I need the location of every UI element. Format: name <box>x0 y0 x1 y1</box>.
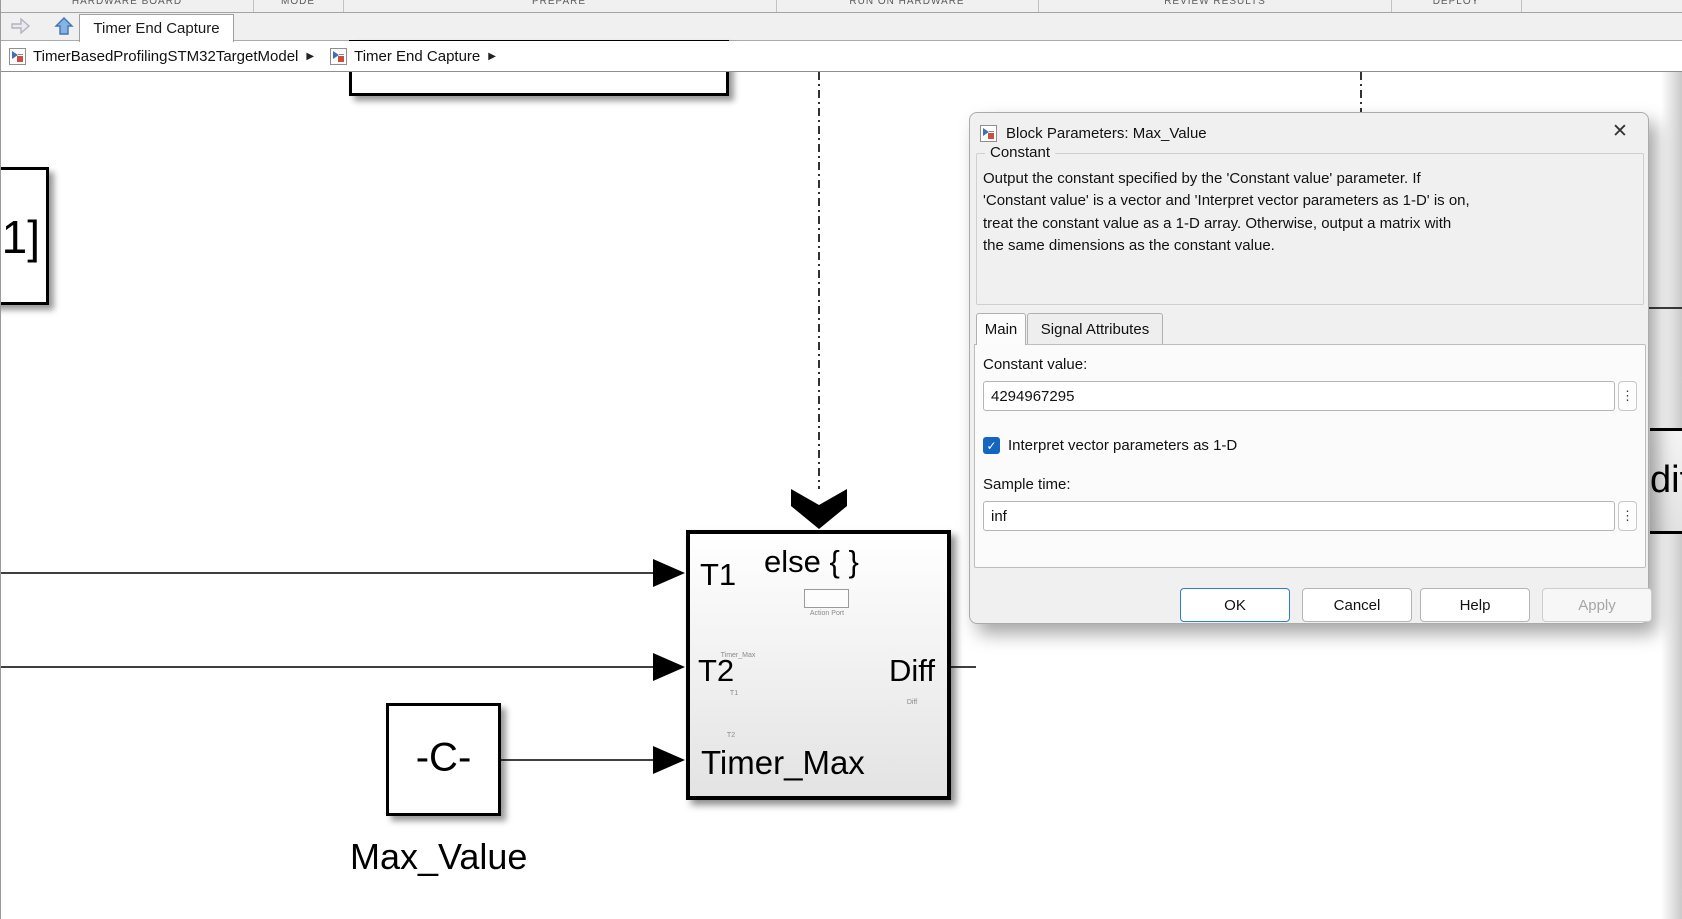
breadcrumb-item-model[interactable]: TimerBasedProfilingSTM32TargetModel <box>33 48 298 65</box>
breadcrumb-arrow-icon[interactable]: ▶ <box>488 51 496 62</box>
main-tab-panel: Constant value: ⋮ ✓ Interpret vector par… <box>974 344 1646 568</box>
description-line: 'Constant value' is a vector and 'Interp… <box>983 190 1637 212</box>
wire-to-T2 <box>1 653 685 681</box>
dialog-title-bar: Block Parameters: Max_Value <box>980 120 1638 146</box>
help-button[interactable]: Help <box>1420 588 1530 622</box>
action-port-box <box>804 589 849 608</box>
wire-to-T1 <box>1 559 685 587</box>
sample-time-input[interactable] <box>983 501 1615 531</box>
forward-arrow-icon[interactable] <box>9 16 31 36</box>
ribbon-separator <box>253 0 254 13</box>
breadcrumb-item-subsystem[interactable]: Timer End Capture <box>354 48 480 65</box>
action-signal-line <box>791 72 847 529</box>
port-label-diff: Diff <box>889 653 935 689</box>
ribbon-section-mode: MODE <box>281 0 315 7</box>
constant-block-text: -C- <box>416 735 472 780</box>
constant-group-box: Constant Output the constant specified b… <box>976 153 1644 305</box>
model-icon <box>9 48 26 65</box>
partial-block-right[interactable]: dit <box>1650 428 1682 534</box>
ribbon-separator <box>776 0 777 13</box>
interpret-vector-row: ✓ Interpret vector parameters as 1-D <box>983 437 1237 454</box>
description-line: the same dimensions as the constant valu… <box>983 235 1637 257</box>
ribbon-section-hardware-board: HARDWARE BOARD <box>72 0 182 7</box>
interpret-vector-label: Interpret vector parameters as 1-D <box>1008 437 1237 454</box>
constant-value-label: Constant value: <box>983 356 1087 373</box>
interpret-vector-checkbox[interactable]: ✓ <box>983 437 1000 454</box>
ribbon-section-strip: HARDWARE BOARD MODE PREPARE RUN ON HARDW… <box>1 0 1682 13</box>
tab-signal-attributes[interactable]: Signal Attributes <box>1027 313 1163 345</box>
sample-time-more-button[interactable]: ⋮ <box>1618 501 1637 531</box>
breadcrumb: TimerBasedProfilingSTM32TargetModel ▶ Ti… <box>1 41 1682 72</box>
tab-timer-end-capture[interactable]: Timer End Capture <box>79 14 234 42</box>
partial-block-right-text: dit <box>1650 459 1682 502</box>
apply-button[interactable]: Apply <box>1542 588 1652 622</box>
ribbon-separator <box>1038 0 1039 13</box>
ribbon-separator <box>1391 0 1392 13</box>
dialog-title: Block Parameters: Max_Value <box>1006 125 1207 142</box>
description-line: treat the constant value as a 1-D array.… <box>983 213 1637 235</box>
port-label-t2: T2 <box>698 653 734 689</box>
cancel-button[interactable]: Cancel <box>1302 588 1412 622</box>
constant-block-name: Max_Value <box>350 836 527 878</box>
thumb-label-t1: T1 <box>730 690 738 697</box>
ribbon-section-review-results: REVIEW RESULTS <box>1164 0 1266 7</box>
close-icon[interactable]: ✕ <box>1606 117 1634 145</box>
ok-button[interactable]: OK <box>1180 588 1290 622</box>
ribbon-separator <box>1521 0 1522 13</box>
dialog-block-icon <box>980 125 997 142</box>
action-port-caption: Action Port <box>810 610 844 617</box>
thumb-label-t2: T2 <box>727 732 735 739</box>
port-label-timer-max: Timer_Max <box>701 744 865 782</box>
group-box-title: Constant <box>985 144 1055 161</box>
simulink-window: HARDWARE BOARD MODE PREPARE RUN ON HARDW… <box>0 0 1682 919</box>
block-parameters-dialog: Block Parameters: Max_Value ✕ Constant O… <box>969 112 1649 624</box>
else-action-label: else { } <box>764 544 859 580</box>
block-description: Output the constant specified by the 'Co… <box>983 168 1637 258</box>
constant-value-more-button[interactable]: ⋮ <box>1618 381 1637 411</box>
constant-block[interactable]: -C- <box>386 703 501 816</box>
breadcrumb-arrow-icon[interactable]: ▶ <box>306 51 314 62</box>
ribbon-section-run-on-hardware: RUN ON HARDWARE <box>849 0 964 7</box>
up-arrow-icon[interactable] <box>53 16 75 36</box>
ribbon-section-deploy: DEPLOY <box>1433 0 1480 7</box>
port-label-t1: T1 <box>700 557 736 593</box>
thumb-label-diff: Diff <box>907 699 917 706</box>
document-tab-bar: Timer End Capture <box>1 13 1682 41</box>
constant-value-input[interactable] <box>983 381 1615 411</box>
partial-goto-tag-block[interactable]: 1] <box>0 167 49 305</box>
subsystem-icon <box>330 48 347 65</box>
description-line: Output the constant specified by the 'Co… <box>983 168 1637 190</box>
sample-time-label: Sample time: <box>983 476 1071 493</box>
wire-constant-to-timer-max <box>501 746 685 774</box>
goto-tag-text: 1] <box>2 210 40 264</box>
tab-main[interactable]: Main <box>976 313 1026 345</box>
